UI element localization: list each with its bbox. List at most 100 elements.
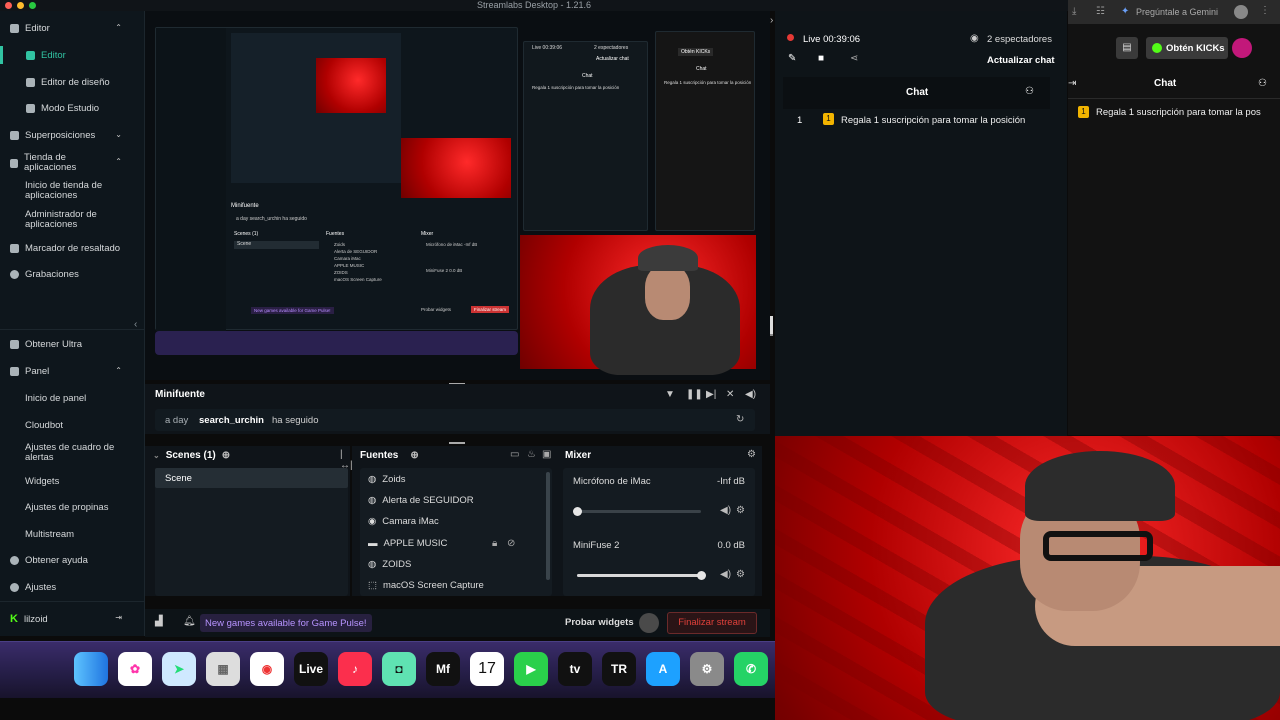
chevron-down-icon[interactable]: ⌄ bbox=[153, 451, 160, 460]
repeat-icon[interactable]: ↻ bbox=[736, 414, 744, 425]
test-widgets-button[interactable]: Probar widgets bbox=[565, 617, 634, 628]
chevron-down-icon[interactable]: ⌄ bbox=[115, 130, 122, 139]
visibility-off-icon[interactable]: ⊘ bbox=[507, 538, 515, 549]
chevron-up-icon[interactable]: ⌃ bbox=[115, 366, 122, 375]
sidebar-item-tips[interactable]: Ajustes de propinas bbox=[25, 502, 108, 513]
calendar-icon[interactable]: 17 bbox=[470, 652, 504, 686]
add-folder-icon[interactable]: ▣ bbox=[542, 449, 551, 460]
tab-search-icon[interactable]: ☷ bbox=[1096, 6, 1105, 17]
launchpad-icon[interactable]: ▦ bbox=[206, 652, 240, 686]
sidebar-item-get-ultra[interactable]: Obtener Ultra bbox=[10, 339, 82, 350]
minimize-window-button[interactable] bbox=[17, 2, 24, 9]
sidebar-item-alert-box[interactable]: Ajustes de cuadro de alertas bbox=[25, 443, 130, 463]
chevron-right-icon[interactable]: › bbox=[770, 15, 773, 26]
volume-slider[interactable] bbox=[573, 507, 701, 516]
clip-icon[interactable]: ■ bbox=[818, 53, 824, 64]
users-icon[interactable]: ⚇ bbox=[1258, 78, 1267, 89]
lock-icon[interactable]: 🔒︎ bbox=[492, 538, 497, 549]
sources-scrollbar[interactable] bbox=[546, 472, 550, 580]
slider-knob[interactable] bbox=[573, 507, 582, 516]
user-avatar[interactable] bbox=[1232, 38, 1252, 58]
notification-banner[interactable]: New games available for Game Pulse! bbox=[200, 614, 372, 632]
chevron-up-icon[interactable]: ⌃ bbox=[115, 23, 122, 32]
notification-bell-icon[interactable]: 🔔︎ bbox=[183, 616, 196, 627]
gemini-icon[interactable]: ✦ bbox=[1121, 6, 1129, 17]
gear-icon[interactable]: ⚙ bbox=[736, 505, 745, 516]
gear-icon[interactable]: ⚙ bbox=[736, 569, 745, 580]
gemini-button[interactable]: Pregúntale a Gemini bbox=[1136, 7, 1218, 17]
skip-icon[interactable]: ▶| bbox=[706, 389, 716, 400]
sidebar-item-app-store[interactable]: Tienda de aplicaciones bbox=[10, 153, 110, 173]
photos-icon[interactable]: ✿ bbox=[118, 652, 152, 686]
logout-icon[interactable]: ⇥ bbox=[115, 613, 122, 622]
sidebar-item-editor-group[interactable]: Editor bbox=[10, 23, 50, 34]
source-item[interactable]: ◍ Zoids bbox=[368, 474, 406, 485]
stream-preview[interactable]: Minifuente a day search_urchin ha seguid… bbox=[145, 11, 773, 380]
source-item[interactable]: ◍ ZOIDS bbox=[368, 559, 411, 570]
volume-slider[interactable] bbox=[577, 571, 706, 580]
facetime-icon[interactable]: ▶ bbox=[514, 652, 548, 686]
users-icon[interactable]: ⚇ bbox=[1025, 86, 1034, 97]
music-icon[interactable]: ♪ bbox=[338, 652, 372, 686]
close-window-button[interactable] bbox=[5, 2, 12, 9]
share-icon[interactable]: ⋖ bbox=[850, 53, 858, 64]
app-icon[interactable]: ◘ bbox=[382, 652, 416, 686]
gear-icon[interactable]: ⚙ bbox=[747, 449, 756, 460]
collapse-chat-icon[interactable]: ⇥ bbox=[1068, 78, 1076, 89]
refresh-chat-button[interactable]: Actualizar chat bbox=[987, 55, 1055, 66]
speaker-icon[interactable]: ◀) bbox=[720, 569, 731, 580]
sidebar-item-panel[interactable]: Panel bbox=[10, 366, 49, 377]
end-stream-button[interactable]: Finalizar stream bbox=[667, 612, 757, 634]
more-menu-icon[interactable]: ⋮ bbox=[1260, 5, 1270, 16]
speaker-icon[interactable]: ◀) bbox=[720, 505, 731, 516]
sidebar-item-highlighter[interactable]: Marcador de resaltado bbox=[10, 243, 120, 254]
get-kicks-button[interactable]: Obtén KICKs bbox=[1146, 37, 1228, 59]
profile-avatar[interactable] bbox=[1234, 5, 1248, 19]
maps-icon[interactable]: ➤ bbox=[162, 652, 196, 686]
sidebar-item-widgets[interactable]: Widgets bbox=[25, 476, 59, 487]
slider-knob[interactable] bbox=[697, 571, 706, 580]
sidebar-item-user[interactable]: Klilzoid bbox=[10, 613, 48, 625]
chrome-icon[interactable]: ◉ bbox=[250, 652, 284, 686]
source-filter-icon[interactable]: ♨ bbox=[527, 449, 536, 460]
sidebar-item-recordings[interactable]: Grabaciones bbox=[10, 269, 79, 280]
filter-icon[interactable]: ▼ bbox=[665, 389, 675, 400]
sidebar-item-layout-editor[interactable]: Editor de diseño bbox=[26, 77, 110, 88]
sidebar-item-multistream[interactable]: Multistream bbox=[25, 529, 74, 540]
panel-resize-handle[interactable] bbox=[770, 316, 773, 334]
pause-icon[interactable]: ❚❚ bbox=[686, 389, 703, 400]
appletv-icon[interactable]: tv bbox=[558, 652, 592, 686]
live-icon[interactable]: Live bbox=[294, 652, 328, 686]
sidebar-item-cloudbot[interactable]: Cloudbot bbox=[25, 420, 63, 431]
settings-icon[interactable]: ⚙ bbox=[690, 652, 724, 686]
sidebar-item-panel-home[interactable]: Inicio de panel bbox=[25, 393, 86, 404]
sidebar-item-help[interactable]: Obtener ayuda bbox=[10, 555, 88, 566]
tr-icon[interactable]: TR bbox=[602, 652, 636, 686]
source-item[interactable]: ▬ APPLE MUSIC bbox=[368, 538, 447, 549]
source-item[interactable]: ◉ Camara iMac bbox=[368, 516, 439, 527]
add-source-icon[interactable]: ⊕ bbox=[410, 450, 418, 461]
sidebar-item-app-manager[interactable]: Administrador de aplicaciones bbox=[25, 210, 130, 230]
mf-icon[interactable]: Mf bbox=[426, 652, 460, 686]
edit-icon[interactable]: ✎ bbox=[788, 53, 796, 64]
sidebar-item-overlays[interactable]: Superposiciones bbox=[10, 130, 95, 141]
download-icon[interactable]: ⤓ bbox=[1072, 6, 1076, 17]
sidebar-item-studio-mode[interactable]: Modo Estudio bbox=[26, 103, 99, 114]
sidebar-item-app-store-home[interactable]: Inicio de tienda de aplicaciones bbox=[25, 181, 130, 201]
add-scene-icon[interactable]: ⊕ bbox=[222, 450, 230, 461]
drag-handle[interactable] bbox=[449, 442, 465, 444]
stats-icon[interactable]: ▟ bbox=[155, 616, 163, 627]
source-folder-icon[interactable]: ▭ bbox=[510, 449, 519, 460]
sidebar-item-editor[interactable]: Editor bbox=[26, 50, 66, 61]
finder-icon[interactable] bbox=[74, 652, 108, 686]
browse-icon[interactable]: ▤ bbox=[1116, 37, 1138, 59]
source-item[interactable]: ◍ Alerta de SEGUIDOR bbox=[368, 495, 474, 506]
rec-button[interactable] bbox=[639, 613, 659, 633]
sidebar-item-settings[interactable]: Ajustes bbox=[10, 582, 56, 593]
volume-icon[interactable]: ◀) bbox=[745, 389, 756, 400]
source-item[interactable]: ⬚ macOS Screen Capture bbox=[368, 580, 484, 591]
maximize-window-button[interactable] bbox=[29, 2, 36, 9]
whatsapp-icon[interactable]: ✆ bbox=[734, 652, 768, 686]
app-store-icon[interactable]: A bbox=[646, 652, 680, 686]
mute-alert-icon[interactable]: ✕ bbox=[726, 389, 734, 400]
